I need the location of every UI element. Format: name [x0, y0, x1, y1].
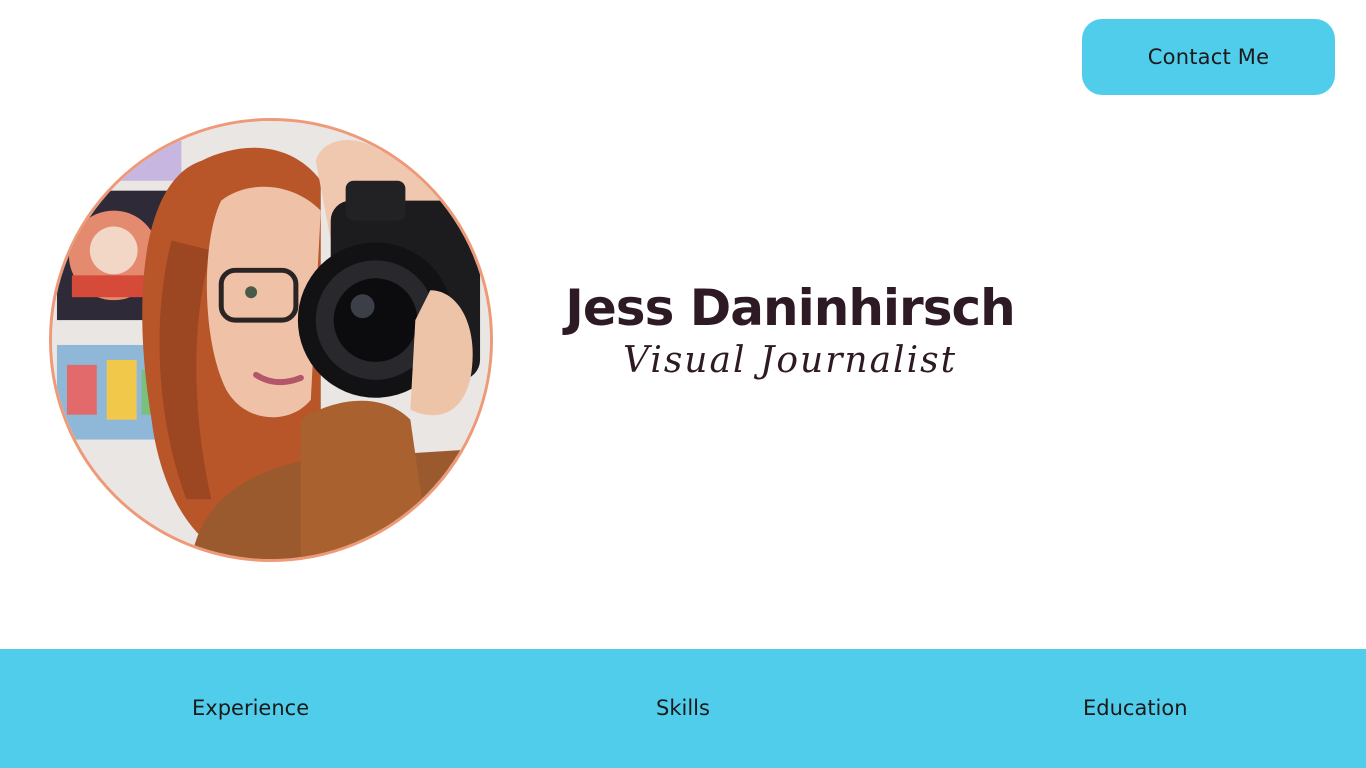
portrait-photo	[49, 118, 493, 562]
nav-link-skills[interactable]: Skills	[656, 649, 710, 768]
person-name: Jess Daninhirsch	[565, 279, 1015, 337]
bottom-nav-bar: Experience Skills Education	[0, 649, 1366, 768]
nav-link-experience[interactable]: Experience	[192, 649, 309, 768]
hero-text: Jess Daninhirsch Visual Journalist	[540, 278, 1040, 384]
person-title: Visual Journalist	[622, 340, 958, 381]
nav-link-education[interactable]: Education	[1083, 649, 1188, 768]
contact-me-button[interactable]: Contact Me	[1082, 19, 1335, 95]
portfolio-page: Contact Me Jess Daninhirsch Visual Journ…	[0, 0, 1366, 768]
portrait-illustration	[52, 121, 490, 559]
